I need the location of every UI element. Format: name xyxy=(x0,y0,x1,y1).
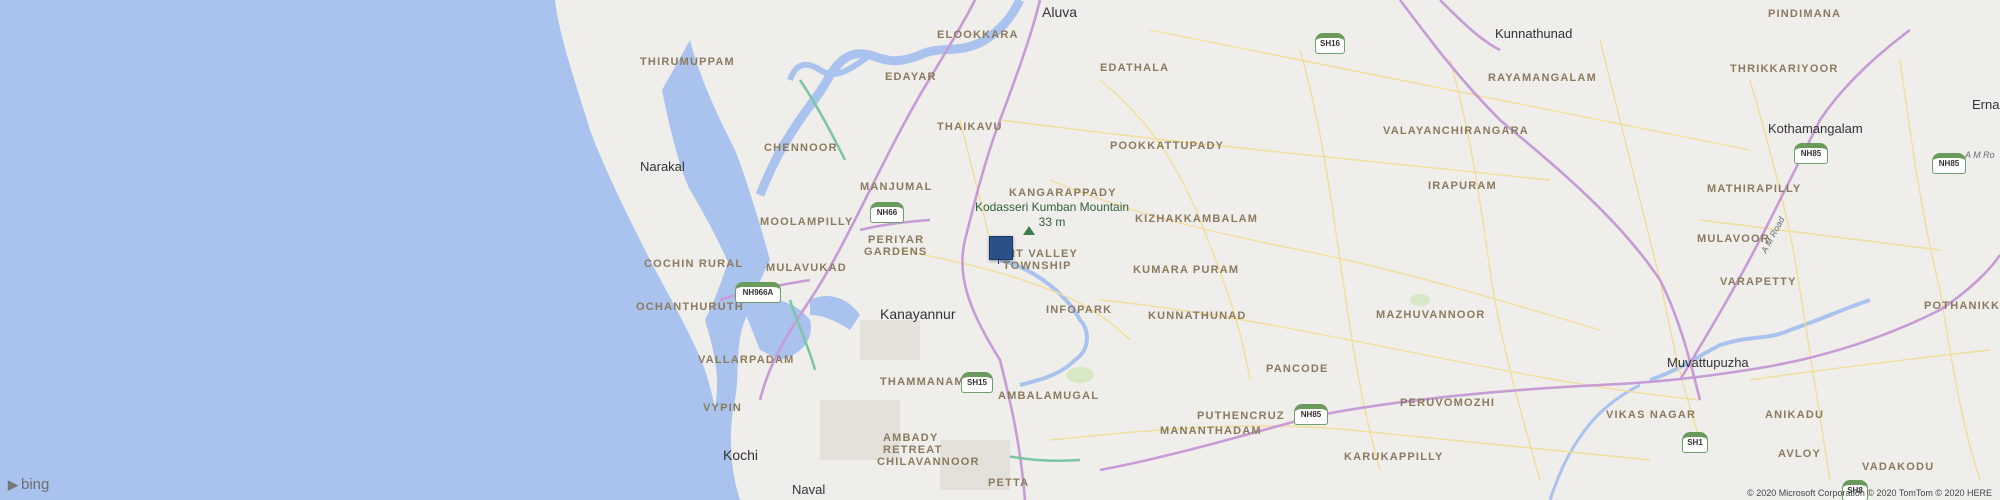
shield-nh66: NH66 xyxy=(870,202,904,223)
label-kangarappady: KANGARAPPADY xyxy=(1009,187,1117,199)
label-irapuram: IRAPURAM xyxy=(1428,180,1497,192)
label-township: TOWNSHIP xyxy=(1003,260,1072,272)
label-mathirapilly: MATHIRAPILLY xyxy=(1707,183,1802,195)
label-karukappilly: KARUKAPPILLY xyxy=(1344,451,1444,463)
label-am-ro: A M Ro xyxy=(1965,150,1995,160)
label-infopark: INFOPARK xyxy=(1046,304,1113,316)
label-naval: Naval xyxy=(792,482,826,497)
label-vallarpadam: VALLARPADAM xyxy=(698,354,795,366)
label-peruvomozhi: PERUVOMOZHI xyxy=(1400,397,1496,409)
shield-nh85-b: NH85 xyxy=(1932,153,1966,174)
label-narakal: Narakal xyxy=(640,159,685,174)
label-kanayannur: Kanayannur xyxy=(880,306,956,322)
label-kochi: Kochi xyxy=(723,447,759,463)
label-pancode: PANCODE xyxy=(1266,363,1329,375)
label-chilavannoor: CHILAVANNOOR xyxy=(877,456,980,468)
label-valley: NT VALLEY xyxy=(1007,248,1079,260)
map-copyright: © 2020 Microsoft Corporation © 2020 TomT… xyxy=(1747,488,1992,498)
label-kothamangalam: Kothamangalam xyxy=(1768,121,1863,136)
label-kumara-puram: KUMARA PURAM xyxy=(1133,264,1240,276)
label-manathadam: MANANTHADAM xyxy=(1160,425,1262,437)
label-moolampilly: MOOLAMPILLY xyxy=(760,216,854,228)
map-viewport[interactable]: Aluva Kunnathunad PINDIMANA THIRUMUPPAM … xyxy=(0,0,2000,500)
label-ochanthuruth: OCHANTHURUTH xyxy=(636,301,744,313)
label-vikas-nagar: VIKAS NAGAR xyxy=(1606,409,1697,421)
label-petta: PETTA xyxy=(988,477,1030,489)
shield-sh1: SH1 xyxy=(1682,432,1708,453)
label-valayanchirangara: VALAYANCHIRANGARA xyxy=(1383,125,1529,137)
label-mulavoor: MULAVOOR xyxy=(1697,233,1770,245)
label-aluva: Aluva xyxy=(1042,4,1078,20)
label-edathala: EDATHALA xyxy=(1100,62,1170,74)
label-thrikkariyoor: THRIKKARIYOOR xyxy=(1730,63,1839,75)
label-edayar: EDAYAR xyxy=(885,71,937,83)
label-avloy: AVLOY xyxy=(1778,448,1822,460)
mountain-icon xyxy=(1023,226,1035,235)
shield-nh85-a: NH85 xyxy=(1794,143,1828,164)
bing-logo-text: bing xyxy=(21,476,50,493)
label-vypin: VYPIN xyxy=(703,402,743,414)
label-pookkattupady: POOKKATTUPADY xyxy=(1110,140,1225,152)
shield-sh15: SH15 xyxy=(961,372,993,393)
location-marker-tail xyxy=(998,258,999,264)
label-gardens: GARDENS xyxy=(864,246,928,258)
label-mulavukad: MULAVUKAD xyxy=(766,262,847,274)
bing-logo[interactable]: ▶ bing xyxy=(8,476,49,493)
label-thammanam: THAMMANAM xyxy=(880,376,965,388)
shield-sh16: SH16 xyxy=(1315,33,1345,54)
label-pothanikk: POTHANIKK xyxy=(1924,300,2000,312)
label-periyar: PERIYAR xyxy=(868,234,925,246)
bing-b-icon: ▶ xyxy=(8,477,18,492)
label-ernak: Ernak xyxy=(1972,97,2000,112)
label-manjumal: MANJUMAL xyxy=(860,181,933,193)
label-kunnathunad: KUNNATHUNAD xyxy=(1148,310,1247,322)
label-varapetty: VARAPETTY xyxy=(1720,276,1797,288)
mountain-elevation: 33 m xyxy=(1038,215,1066,229)
label-anikadu: ANIKADU xyxy=(1765,409,1825,421)
mountain-label: Kodasseri Kumban Mountain 33 m xyxy=(956,200,1148,230)
label-pindimana: PINDIMANA xyxy=(1768,8,1842,20)
label-puthencruz: PUTHENCRUZ xyxy=(1197,410,1285,422)
label-kizhakkambalam: KIZHAKKAMBALAM xyxy=(1135,213,1259,225)
label-ambady: AMBADY xyxy=(883,432,939,444)
label-elookkara: ELOOKKARA xyxy=(937,29,1019,41)
label-thirumuppam: THIRUMUPPAM xyxy=(640,56,735,68)
label-kunnathunad-town: Kunnathunad xyxy=(1495,26,1573,41)
shield-nh85-c: NH85 xyxy=(1294,404,1328,425)
label-ambalamugal: AMBALAMUGAL xyxy=(998,390,1100,402)
label-vadakodu: VADAKODU xyxy=(1862,461,1935,473)
label-thaikavu: THAIKAVU xyxy=(937,121,1003,133)
label-retreat: RETREAT xyxy=(883,444,943,456)
shield-nh966a: NH966A xyxy=(735,282,781,303)
location-marker-icon[interactable] xyxy=(989,236,1013,260)
label-cochin-rural: COCHIN RURAL xyxy=(644,258,744,270)
label-muvattupuzha: Muvattupuzha xyxy=(1667,355,1749,370)
label-mazhuvannoor: MAZHUVANNOOR xyxy=(1376,309,1486,321)
mountain-name: Kodasseri Kumban Mountain xyxy=(974,200,1130,214)
label-chennoor: CHENNOOR xyxy=(764,142,838,154)
label-rayamangalam: RAYAMANGALAM xyxy=(1488,72,1597,84)
